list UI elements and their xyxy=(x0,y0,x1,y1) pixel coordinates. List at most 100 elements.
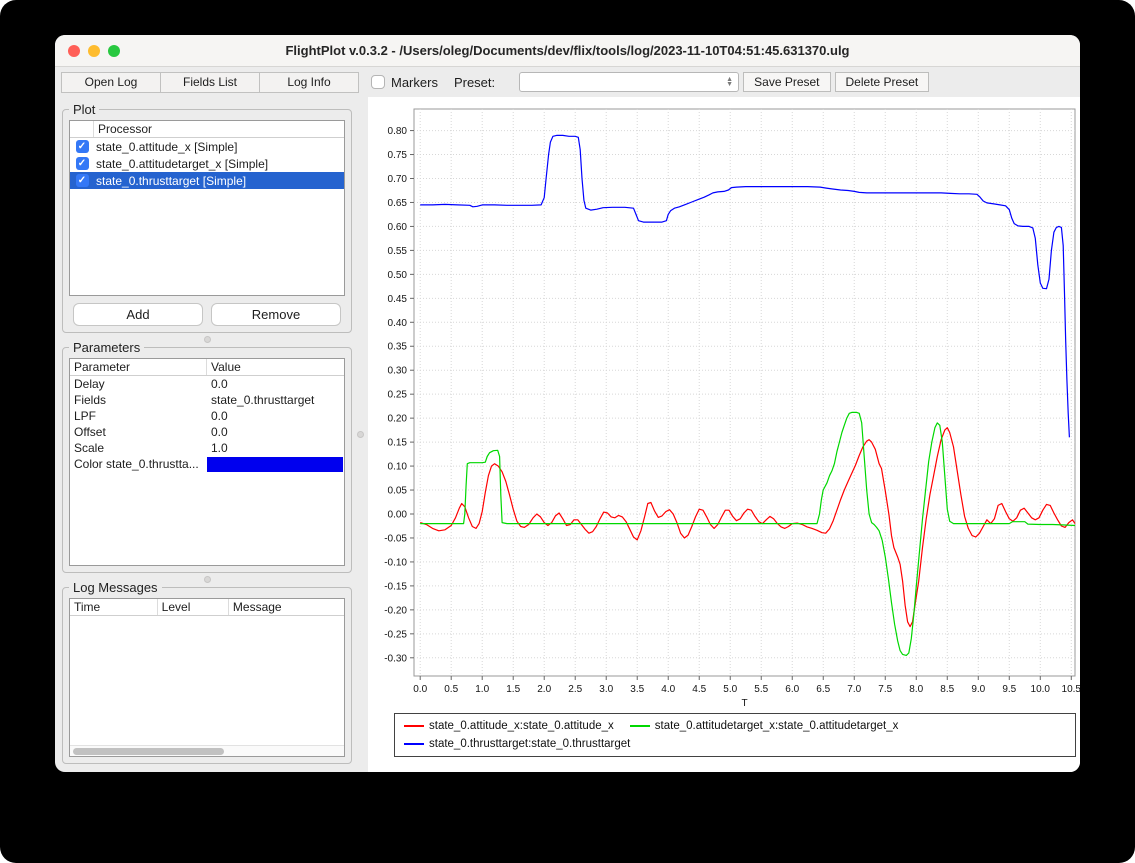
main-area: Plot Processor ✓state_0.attitude_x [Simp… xyxy=(55,97,1080,772)
svg-text:1.0: 1.0 xyxy=(475,684,489,695)
svg-text:7.5: 7.5 xyxy=(878,684,892,695)
svg-text:8.0: 8.0 xyxy=(909,684,923,695)
delete-preset-button[interactable]: Delete Preset xyxy=(835,72,930,92)
parameter-column-header: Parameter xyxy=(70,359,207,375)
open-log-button[interactable]: Open Log xyxy=(61,72,161,93)
parameter-value: 0.0 xyxy=(207,425,344,439)
svg-text:7.0: 7.0 xyxy=(847,684,861,695)
flight-plot-chart[interactable]: 0.00.51.01.52.02.53.03.54.04.55.05.56.06… xyxy=(368,99,1080,711)
markers-label: Markers xyxy=(391,75,438,90)
log-messages-table-header: Time Level Message xyxy=(70,599,344,616)
svg-text:0.10: 0.10 xyxy=(388,462,408,473)
legend-label: state_0.attitudetarget_x:state_0.attitud… xyxy=(655,720,899,732)
svg-text:6.5: 6.5 xyxy=(816,684,830,695)
y-axis: -0.30-0.25-0.20-0.15-0.10-0.050.000.050.… xyxy=(384,126,414,664)
parameters-group: Parameters Parameter Value Delay0.0Field… xyxy=(62,347,352,573)
svg-text:0.75: 0.75 xyxy=(388,150,408,161)
plot-group-title: Plot xyxy=(69,102,99,117)
parameter-row[interactable]: Color state_0.thrustta... xyxy=(70,456,344,472)
svg-text:0.40: 0.40 xyxy=(388,318,408,329)
parameter-name: Fields xyxy=(70,393,207,407)
plot-list-row[interactable]: ✓ state_0.thrusttarget [Simple] xyxy=(70,172,344,189)
checkbox-checked-icon: ✓ xyxy=(76,174,89,187)
markers-checkbox[interactable] xyxy=(371,75,385,89)
parameter-name: Scale xyxy=(70,441,207,455)
vertical-splitter[interactable] xyxy=(352,97,368,772)
plot-list-rows: ✓state_0.attitude_x [Simple]✓state_0.att… xyxy=(70,138,344,189)
svg-text:1.5: 1.5 xyxy=(506,684,520,695)
log-messages-group: Log Messages Time Level Message xyxy=(62,587,352,764)
combobox-stepper-icon: ▲▼ xyxy=(723,74,736,90)
remove-button[interactable]: Remove xyxy=(211,303,341,326)
log-messages-group-title: Log Messages xyxy=(69,580,162,595)
svg-text:6.0: 6.0 xyxy=(785,684,799,695)
svg-text:10.5: 10.5 xyxy=(1062,684,1080,695)
svg-text:0.30: 0.30 xyxy=(388,366,408,377)
legend-row: state_0.thrusttarget:state_0.thrusttarge… xyxy=(404,735,1066,753)
level-column-header: Level xyxy=(158,599,229,615)
svg-text:0.35: 0.35 xyxy=(388,342,408,353)
svg-text:0.25: 0.25 xyxy=(388,390,408,401)
horizontal-scrollbar[interactable] xyxy=(70,745,344,756)
legend-line-icon xyxy=(404,725,424,727)
parameter-row[interactable]: Scale1.0 xyxy=(70,440,344,456)
row-checkbox[interactable]: ✓ xyxy=(70,140,94,153)
svg-text:0.70: 0.70 xyxy=(388,174,408,185)
color-swatch[interactable] xyxy=(207,457,343,472)
svg-text:2.5: 2.5 xyxy=(568,684,582,695)
svg-text:0.80: 0.80 xyxy=(388,126,408,137)
parameters-rows: Delay0.0Fieldsstate_0.thrusttargetLPF0.0… xyxy=(70,376,344,472)
checkbox-checked-icon: ✓ xyxy=(76,140,89,153)
toolbar: Open Log Fields List Log Info Markers Pr… xyxy=(55,67,1080,97)
parameter-row[interactable]: Fieldsstate_0.thrusttarget xyxy=(70,392,344,408)
row-checkbox[interactable]: ✓ xyxy=(70,157,94,170)
legend-label: state_0.attitude_x:state_0.attitude_x xyxy=(429,720,614,732)
parameter-row[interactable]: LPF0.0 xyxy=(70,408,344,424)
legend-row: state_0.attitude_x:state_0.attitude_x sta… xyxy=(404,717,1066,735)
plot-group: Plot Processor ✓state_0.attitude_x [Simp… xyxy=(62,109,352,333)
minimize-button[interactable] xyxy=(88,45,100,57)
svg-text:0.15: 0.15 xyxy=(388,438,408,449)
svg-text:8.5: 8.5 xyxy=(940,684,954,695)
splitter-handle-icon xyxy=(204,336,211,343)
preset-combobox[interactable]: ▲▼ xyxy=(519,72,739,92)
titlebar: FlightPlot v.0.3.2 - /Users/oleg/Documen… xyxy=(55,35,1080,67)
parameter-name: Color state_0.thrustta... xyxy=(70,457,207,471)
log-messages-body xyxy=(70,616,344,745)
save-preset-button[interactable]: Save Preset xyxy=(743,72,830,92)
svg-text:0.20: 0.20 xyxy=(388,414,408,425)
x-axis: 0.00.51.01.52.02.53.03.54.04.55.05.56.06… xyxy=(413,676,1080,709)
message-column-header: Message xyxy=(229,599,282,615)
parameters-group-title: Parameters xyxy=(69,340,144,355)
chart-panel: 0.00.51.01.52.02.53.03.54.04.55.05.56.06… xyxy=(368,97,1080,772)
legend-item: state_0.attitude_x:state_0.attitude_x xyxy=(404,720,614,732)
chart-legend: state_0.attitude_x:state_0.attitude_xsta… xyxy=(394,713,1076,757)
parameter-value: 1.0 xyxy=(207,441,344,455)
svg-text:0.65: 0.65 xyxy=(388,198,408,209)
parameter-value: state_0.thrusttarget xyxy=(207,393,344,407)
row-checkbox[interactable]: ✓ xyxy=(70,174,94,187)
svg-text:4.5: 4.5 xyxy=(692,684,706,695)
scrollbar-thumb[interactable] xyxy=(73,748,224,755)
log-info-button[interactable]: Log Info xyxy=(259,72,359,93)
add-button[interactable]: Add xyxy=(73,303,203,326)
plot-buttons-row: Add Remove xyxy=(69,296,345,326)
parameters-table: Parameter Value Delay0.0Fieldsstate_0.th… xyxy=(69,358,345,566)
plot-list-row[interactable]: ✓state_0.attitude_x [Simple] xyxy=(70,138,344,155)
svg-text:-0.25: -0.25 xyxy=(384,629,407,640)
preset-label: Preset: xyxy=(454,75,495,90)
plot-list: Processor ✓state_0.attitude_x [Simple]✓s… xyxy=(69,120,345,296)
fields-list-button[interactable]: Fields List xyxy=(160,72,260,93)
desktop-background: FlightPlot v.0.3.2 - /Users/oleg/Documen… xyxy=(0,0,1135,863)
svg-text:0.45: 0.45 xyxy=(388,294,408,305)
left-column: Plot Processor ✓state_0.attitude_x [Simp… xyxy=(55,97,352,772)
plot-list-row[interactable]: ✓state_0.attitudetarget_x [Simple] xyxy=(70,155,344,172)
checkbox-checked-icon: ✓ xyxy=(76,157,89,170)
svg-text:3.0: 3.0 xyxy=(599,684,613,695)
parameter-row[interactable]: Delay0.0 xyxy=(70,376,344,392)
svg-text:0.55: 0.55 xyxy=(388,246,408,257)
close-button[interactable] xyxy=(68,45,80,57)
plot-row-label: state_0.thrusttarget [Simple] xyxy=(94,174,246,188)
parameter-row[interactable]: Offset0.0 xyxy=(70,424,344,440)
zoom-button[interactable] xyxy=(108,45,120,57)
